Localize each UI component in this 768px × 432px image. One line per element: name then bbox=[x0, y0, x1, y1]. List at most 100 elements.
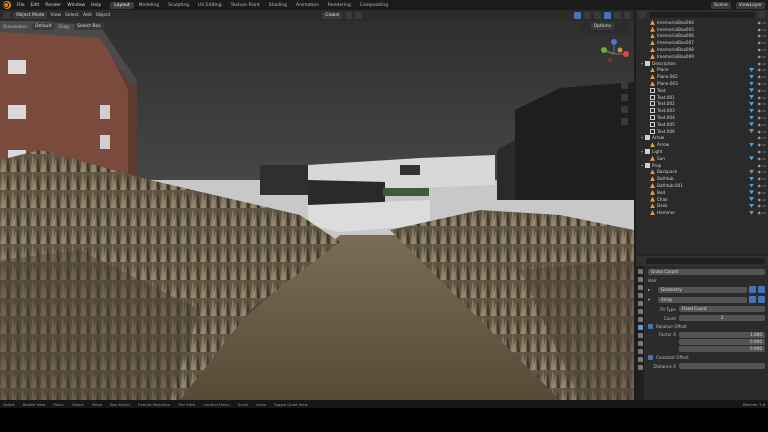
world-tab-icon[interactable] bbox=[637, 309, 643, 314]
visibility-eye-icon[interactable]: ◉ ▭ bbox=[754, 203, 768, 208]
shading-solid-icon[interactable] bbox=[604, 12, 612, 19]
orientation-value[interactable]: Default bbox=[32, 22, 55, 30]
filter-icon[interactable] bbox=[758, 11, 765, 18]
tab-uv-editing[interactable]: UV Editing bbox=[194, 2, 225, 9]
particles-tab-icon[interactable] bbox=[637, 333, 643, 338]
outliner-row[interactable]: ImemorialBox008 ◉ ▭ bbox=[636, 46, 768, 53]
visibility-eye-icon[interactable]: ◉ ▭ bbox=[754, 135, 768, 140]
outliner-row[interactable]: Plane.002 ◉ ▭ bbox=[636, 73, 768, 80]
mode-selector[interactable]: Object Mode bbox=[13, 12, 48, 19]
outliner-row[interactable]: Desk ◉ ▭ bbox=[636, 203, 768, 210]
3d-viewport[interactable] bbox=[0, 10, 634, 400]
material-tab-icon[interactable] bbox=[637, 365, 643, 370]
outliner-row[interactable]: Text.005 ◉ ▭ bbox=[636, 121, 768, 128]
count-field[interactable]: 3 bbox=[679, 315, 765, 321]
viewport-menu-select[interactable]: Select bbox=[65, 13, 79, 18]
visibility-eye-icon[interactable]: ◉ ▭ bbox=[754, 129, 768, 134]
menu-file[interactable]: File bbox=[14, 3, 28, 8]
view-layer-selector[interactable]: ViewLayer bbox=[735, 1, 765, 9]
menu-window[interactable]: Window bbox=[64, 3, 88, 8]
visibility-eye-icon[interactable]: ◉ ▭ bbox=[754, 101, 768, 106]
output-tab-icon[interactable] bbox=[637, 285, 643, 290]
menu-render[interactable]: Render bbox=[42, 3, 64, 8]
navigation-gizmo[interactable] bbox=[598, 38, 630, 70]
visibility-eye-icon[interactable]: ◉ ▭ bbox=[754, 163, 768, 168]
outliner-row[interactable]: Sun ◉ ▭ bbox=[636, 155, 768, 162]
outliner-row[interactable]: Text.003 ◉ ▭ bbox=[636, 107, 768, 114]
visibility-eye-icon[interactable]: ◉ ▭ bbox=[754, 33, 768, 38]
pan-hand-icon[interactable] bbox=[621, 94, 628, 101]
drag-value[interactable]: Select Box bbox=[74, 22, 104, 30]
outliner-search-input[interactable] bbox=[649, 11, 755, 18]
zoom-icon[interactable] bbox=[621, 82, 628, 89]
scene-selector[interactable]: Scene bbox=[711, 1, 731, 9]
distance-field[interactable] bbox=[679, 363, 765, 369]
object-name-field[interactable]: Grass Carpet bbox=[648, 269, 765, 275]
blender-logo-icon[interactable] bbox=[3, 1, 11, 9]
outliner-row[interactable]: Text.006 ◉ ▭ bbox=[636, 128, 768, 135]
outliner-row[interactable]: ImemorialBox006 ◉ ▭ bbox=[636, 33, 768, 40]
outliner-row[interactable]: Plane ◉ ▭ bbox=[636, 67, 768, 74]
outliner-row[interactable]: Backpack ◉ ▭ bbox=[636, 169, 768, 176]
outliner-row[interactable]: Bathtub.001 ◉ ▭ bbox=[636, 182, 768, 189]
outliner-row[interactable]: ImemorialBox007 ◉ ▭ bbox=[636, 39, 768, 46]
visibility-eye-icon[interactable]: ◉ ▭ bbox=[754, 47, 768, 52]
visibility-eye-icon[interactable]: ◉ ▭ bbox=[754, 142, 768, 147]
visibility-eye-icon[interactable]: ◉ ▭ bbox=[754, 67, 768, 72]
render-tab-icon[interactable] bbox=[637, 277, 643, 282]
outliner-row[interactable]: ▾ Prop ◉ ▭ bbox=[636, 162, 768, 169]
tab-shading[interactable]: Shading bbox=[265, 2, 291, 9]
camera-view-icon[interactable] bbox=[621, 106, 628, 113]
array-realtime-icon[interactable] bbox=[749, 296, 756, 303]
constraints-tab-icon[interactable] bbox=[637, 349, 643, 354]
outliner-row[interactable]: Chair ◉ ▭ bbox=[636, 196, 768, 203]
modifier-array-name[interactable]: Array bbox=[658, 296, 747, 303]
visibility-eye-icon[interactable]: ◉ ▭ bbox=[754, 27, 768, 32]
outliner-row[interactable]: Text ◉ ▭ bbox=[636, 87, 768, 94]
factor-y-field[interactable]: 0.000 bbox=[679, 339, 765, 345]
outliner[interactable]: ImemorialBox004 ◉ ▭ ImemorialBox005 ◉ ▭ Imem… bbox=[636, 10, 768, 255]
visibility-eye-icon[interactable]: ◉ ▭ bbox=[754, 115, 768, 120]
menu-help[interactable]: Help bbox=[88, 3, 104, 8]
visibility-eye-icon[interactable]: ◉ ▭ bbox=[754, 176, 768, 181]
perspective-grid-icon[interactable] bbox=[621, 118, 628, 125]
viewport-menu-add[interactable]: Add bbox=[83, 13, 92, 18]
snap-icon[interactable] bbox=[345, 12, 353, 19]
outliner-row[interactable]: Hammer ◉ ▭ bbox=[636, 209, 768, 216]
constant-offset-checkbox[interactable] bbox=[648, 355, 653, 360]
outliner-row[interactable]: Text.001 ◉ ▭ bbox=[636, 94, 768, 101]
proportional-edit-icon[interactable] bbox=[355, 12, 363, 19]
outliner-row[interactable]: Plane.003 ◉ ▭ bbox=[636, 80, 768, 87]
outliner-row[interactable]: Arrow ◉ ▭ bbox=[636, 141, 768, 148]
shading-material-icon[interactable] bbox=[614, 12, 622, 19]
tab-animation[interactable]: Animation bbox=[292, 2, 323, 9]
outliner-row[interactable]: Text.004 ◉ ▭ bbox=[636, 114, 768, 121]
tab-compositing[interactable]: Compositing bbox=[356, 2, 392, 9]
transform-orientation[interactable]: Global bbox=[321, 12, 343, 19]
tab-texture-paint[interactable]: Texture Paint bbox=[227, 2, 264, 9]
outliner-row[interactable]: ▾ Arrow ◉ ▭ bbox=[636, 135, 768, 142]
tool-tab-icon[interactable] bbox=[637, 269, 643, 274]
visibility-eye-icon[interactable]: ◉ ▭ bbox=[754, 197, 768, 202]
outliner-row[interactable]: Text.002 ◉ ▭ bbox=[636, 101, 768, 108]
overlays-icon[interactable] bbox=[574, 12, 582, 19]
tab-sculpting[interactable]: Sculpting bbox=[164, 2, 193, 9]
options-button[interactable]: Options bbox=[590, 22, 614, 30]
xray-icon[interactable] bbox=[584, 12, 592, 19]
viewport-menu-object[interactable]: Object bbox=[96, 13, 111, 18]
visibility-eye-icon[interactable]: ◉ ▭ bbox=[754, 54, 768, 59]
tab-rendering[interactable]: Rendering bbox=[324, 2, 355, 9]
visibility-eye-icon[interactable]: ◉ ▭ bbox=[754, 190, 768, 195]
visibility-eye-icon[interactable]: ◉ ▭ bbox=[754, 95, 768, 100]
visibility-eye-icon[interactable]: ◉ ▭ bbox=[754, 61, 768, 66]
factor-z-field[interactable]: 0.000 bbox=[679, 346, 765, 352]
modifier-render-icon[interactable] bbox=[758, 286, 765, 293]
modifier-geometry-name[interactable]: Geometry bbox=[658, 286, 747, 293]
visibility-eye-icon[interactable]: ◉ ▭ bbox=[754, 108, 768, 113]
shading-wire-icon[interactable] bbox=[594, 12, 602, 19]
data-tab-icon[interactable] bbox=[637, 357, 643, 362]
relative-offset-checkbox[interactable] bbox=[648, 324, 653, 329]
outliner-row[interactable]: ▾ Light ◉ ▭ bbox=[636, 148, 768, 155]
object-tab-icon[interactable] bbox=[637, 317, 643, 322]
fit-type-select[interactable]: Fixed Count bbox=[679, 306, 765, 312]
